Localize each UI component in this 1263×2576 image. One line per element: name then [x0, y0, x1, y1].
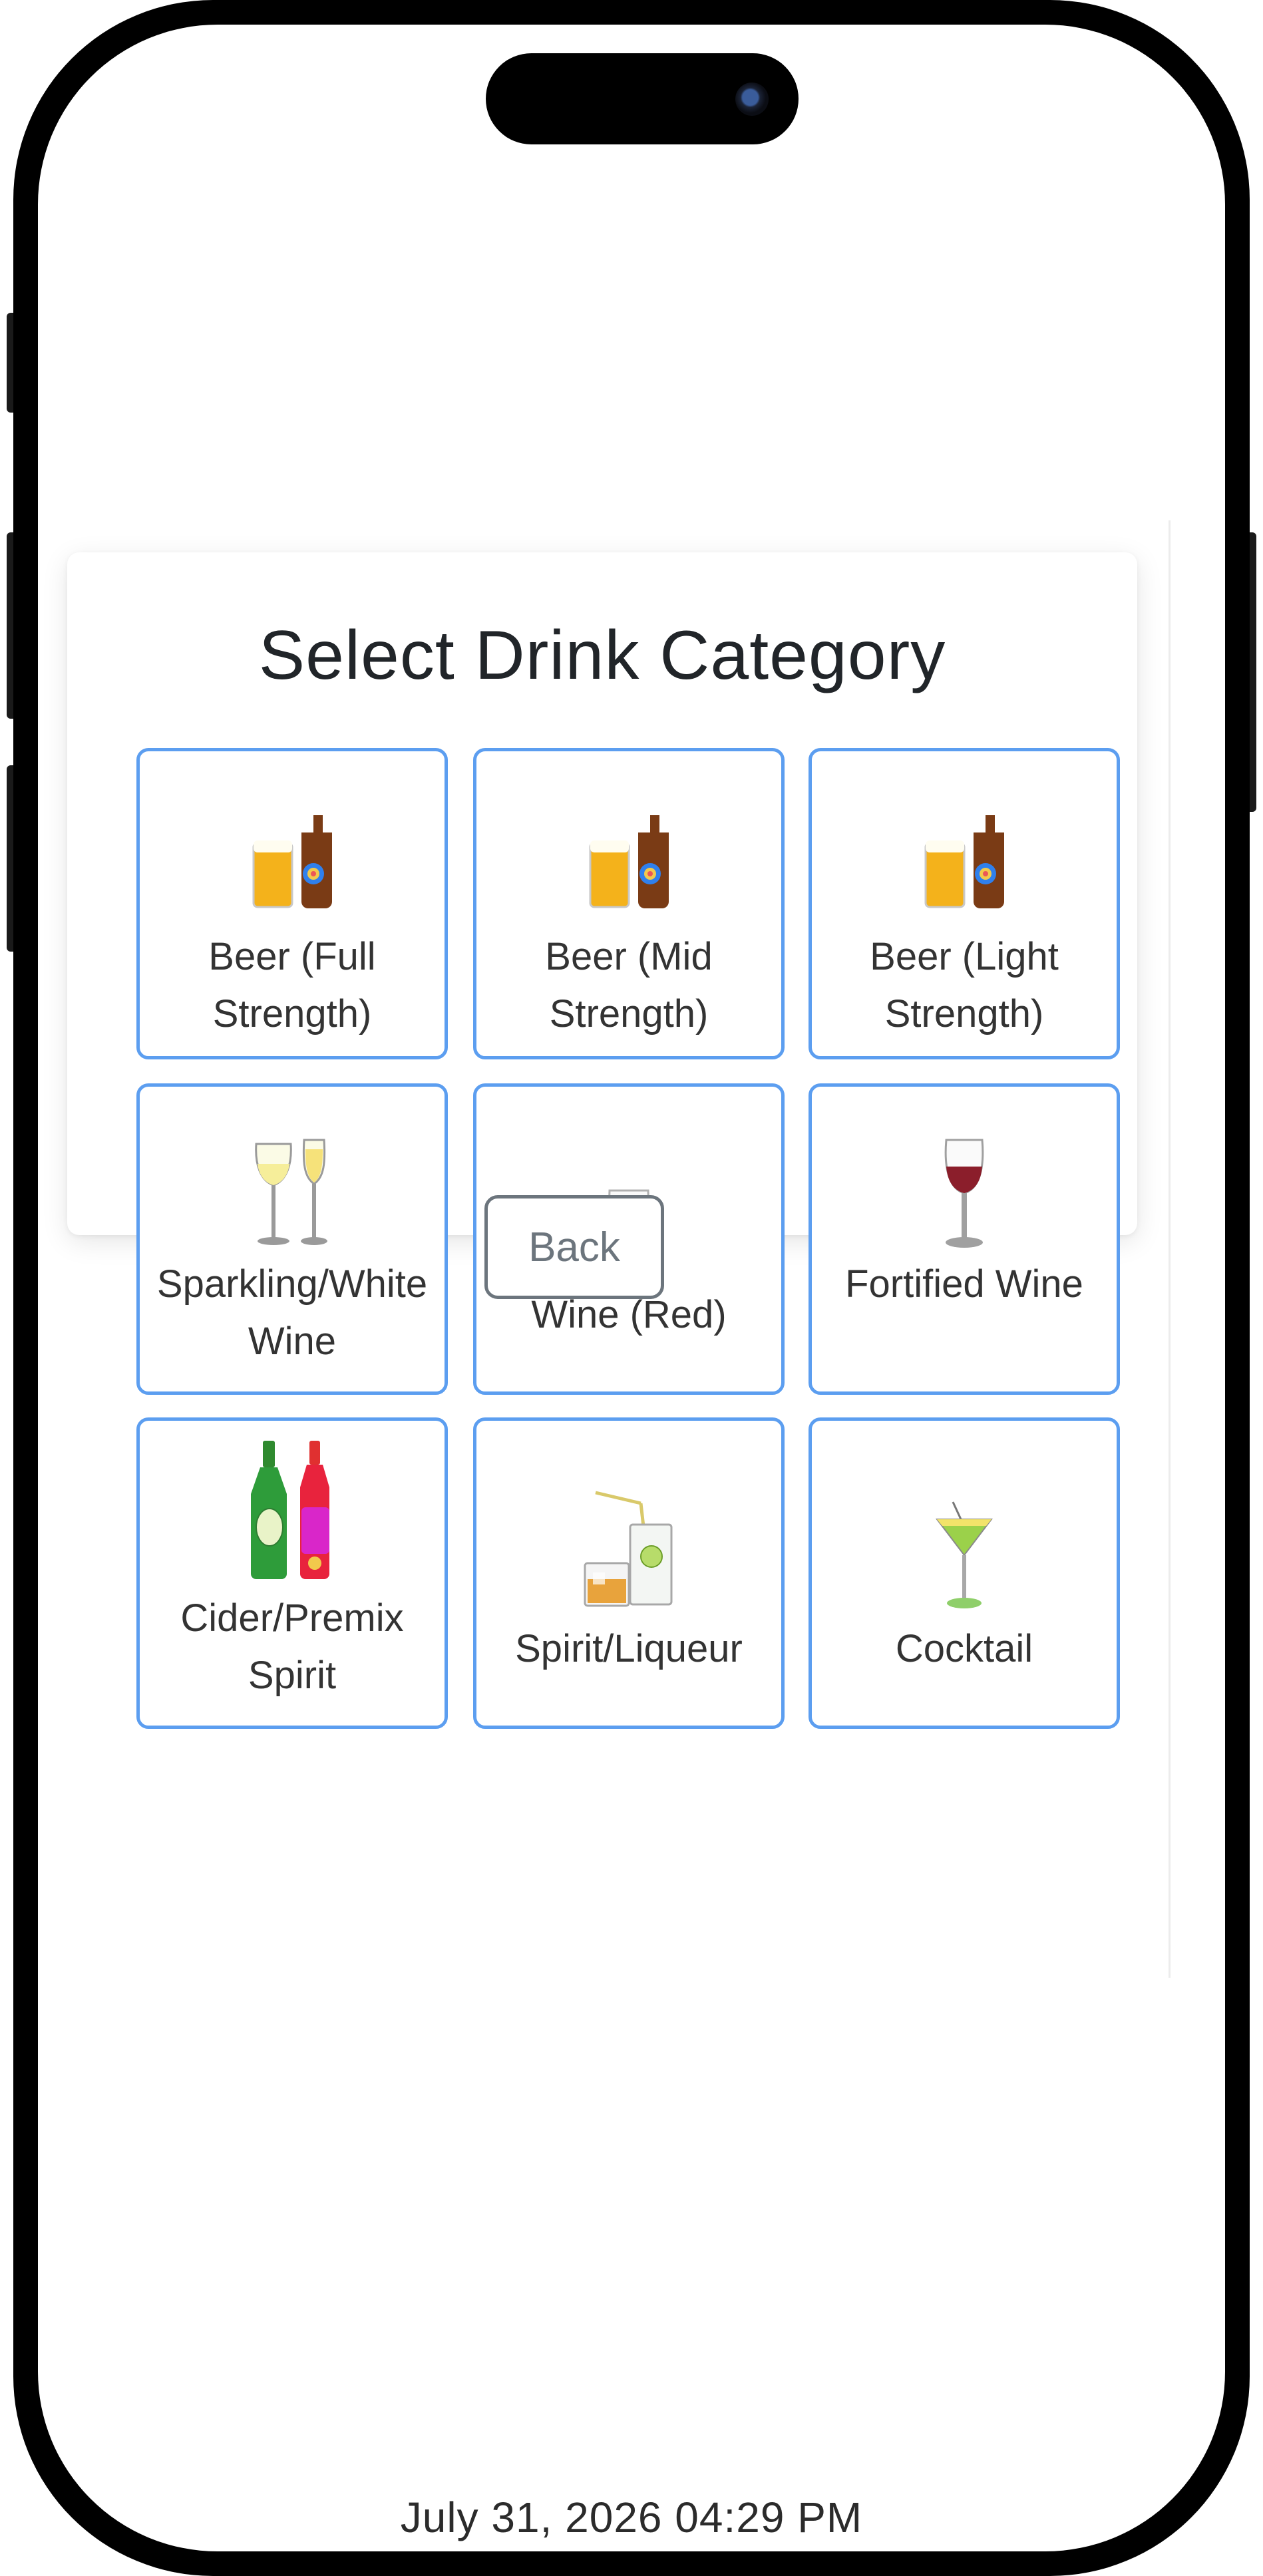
sparkling-white-wine-icon	[140, 1137, 445, 1250]
category-beer-light-strength[interactable]: Beer (Light Strength)	[809, 748, 1120, 1059]
datetime-text: July 31, 2026 04:29 PM	[400, 2493, 863, 2541]
category-label: Fortified Wine	[845, 1262, 1083, 1306]
drink-category-card: Select Drink Category Beer (Full Strengt…	[67, 552, 1137, 1729]
category-grid: Beer (Full Strength) Beer (Mid Strength)	[67, 552, 1137, 1729]
beer-icon	[812, 810, 1117, 910]
cocktail-icon	[812, 1499, 1117, 1612]
spirit-liqueur-icon	[476, 1490, 781, 1610]
dynamic-island	[486, 53, 799, 144]
category-label: Cocktail	[895, 1627, 1033, 1670]
back-button[interactable]: Back	[484, 1195, 664, 1299]
category-fortified-wine[interactable]: Fortified Wine	[809, 1083, 1120, 1395]
beer-icon	[476, 810, 781, 910]
beer-icon	[140, 810, 445, 910]
category-beer-full-strength[interactable]: Beer (Full Strength)	[136, 748, 448, 1059]
category-label: Beer (Mid Strength)	[545, 935, 713, 1035]
category-beer-mid-strength[interactable]: Beer (Mid Strength)	[473, 748, 785, 1059]
category-label: Beer (Full Strength)	[208, 935, 376, 1035]
cider-premix-icon	[140, 1441, 445, 1580]
category-label: Cider/Premix Spirit	[180, 1596, 404, 1697]
category-sparkling-white-wine[interactable]: Sparkling/White Wine	[136, 1083, 448, 1395]
category-spirit-liqueur[interactable]: Spirit/Liqueur	[473, 1417, 785, 1729]
category-cider-premix-spirit[interactable]: Cider/Premix Spirit	[136, 1417, 448, 1729]
category-label: Spirit/Liqueur	[515, 1627, 743, 1670]
scroll-divider	[1169, 520, 1171, 1978]
category-label: Beer (Light Strength)	[870, 935, 1059, 1035]
fortified-wine-icon	[812, 1137, 1117, 1250]
category-cocktail[interactable]: Cocktail	[809, 1417, 1120, 1729]
category-label: Sparkling/White Wine	[156, 1262, 428, 1363]
camera-icon	[735, 83, 769, 116]
